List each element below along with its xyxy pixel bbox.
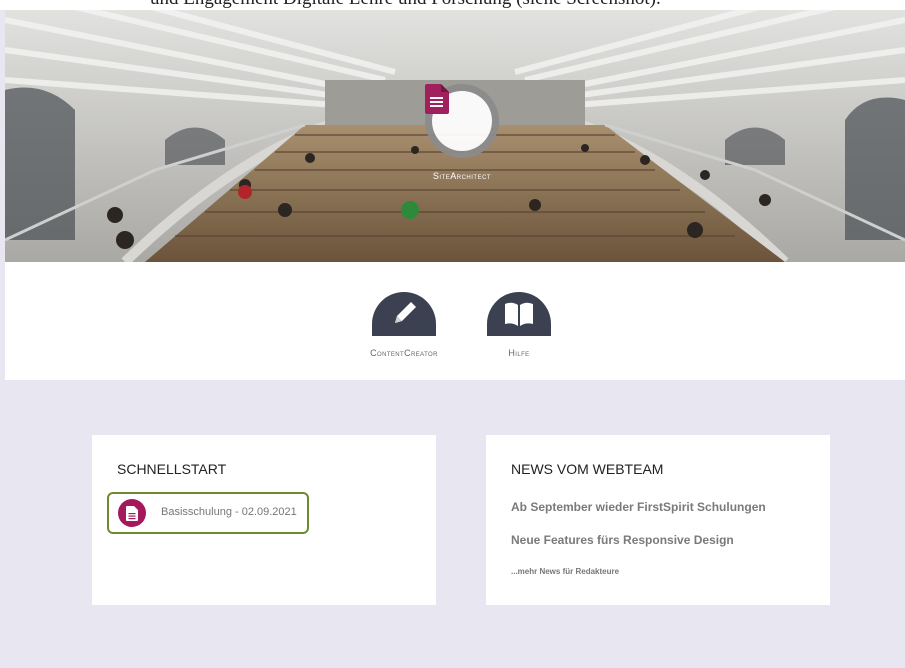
- document-icon-circle: [118, 499, 146, 527]
- quickstart-item-basisschulung[interactable]: Basisschulung - 02.09.2021: [107, 492, 309, 534]
- pencil-icon: [395, 302, 416, 323]
- hero-banner: SiteArchitect: [5, 0, 905, 262]
- sitearchitect-badge-inner: [425, 84, 492, 151]
- pencil-icon-circle: [372, 292, 436, 336]
- news-item-2[interactable]: Neue Features fürs Responsive Design: [511, 533, 734, 547]
- news-item-1[interactable]: Ab September wieder FirstSpirit Schulung…: [511, 500, 766, 514]
- quickstart-item-label: Basisschulung - 02.09.2021: [161, 506, 297, 518]
- quickstart-title: SCHNELLSTART: [117, 461, 227, 477]
- app-label-hilfe: Hilfe: [508, 348, 530, 358]
- news-more-link[interactable]: ...mehr News für Redakteure: [511, 567, 619, 576]
- document-icon: [126, 505, 138, 521]
- top-caption-strip: und Engagement Digitale Lehre und Forsch…: [0, 0, 905, 10]
- app-tile-hilfe[interactable]: Hilfe: [459, 292, 579, 358]
- news-card: NEWS VOM WEBTEAM Ab September wieder Fir…: [486, 435, 830, 605]
- quickstart-card: SCHNELLSTART Basisschulung - 02.09.2021: [92, 435, 436, 605]
- page-caption: und Engagement Digitale Lehre und Forsch…: [150, 0, 661, 10]
- app-tile-contentcreator[interactable]: ContentCreator: [344, 292, 464, 358]
- sitearchitect-label[interactable]: SiteArchitect: [395, 171, 529, 181]
- app-shortcut-band: ContentCreator Hilfe: [5, 262, 905, 380]
- book-icon-circle: [487, 292, 551, 336]
- sitearchitect-badge[interactable]: [425, 84, 499, 158]
- document-icon: [425, 84, 449, 114]
- book-icon: [505, 302, 533, 326]
- app-label-contentcreator: ContentCreator: [370, 348, 438, 358]
- news-title: NEWS VOM WEBTEAM: [511, 461, 664, 477]
